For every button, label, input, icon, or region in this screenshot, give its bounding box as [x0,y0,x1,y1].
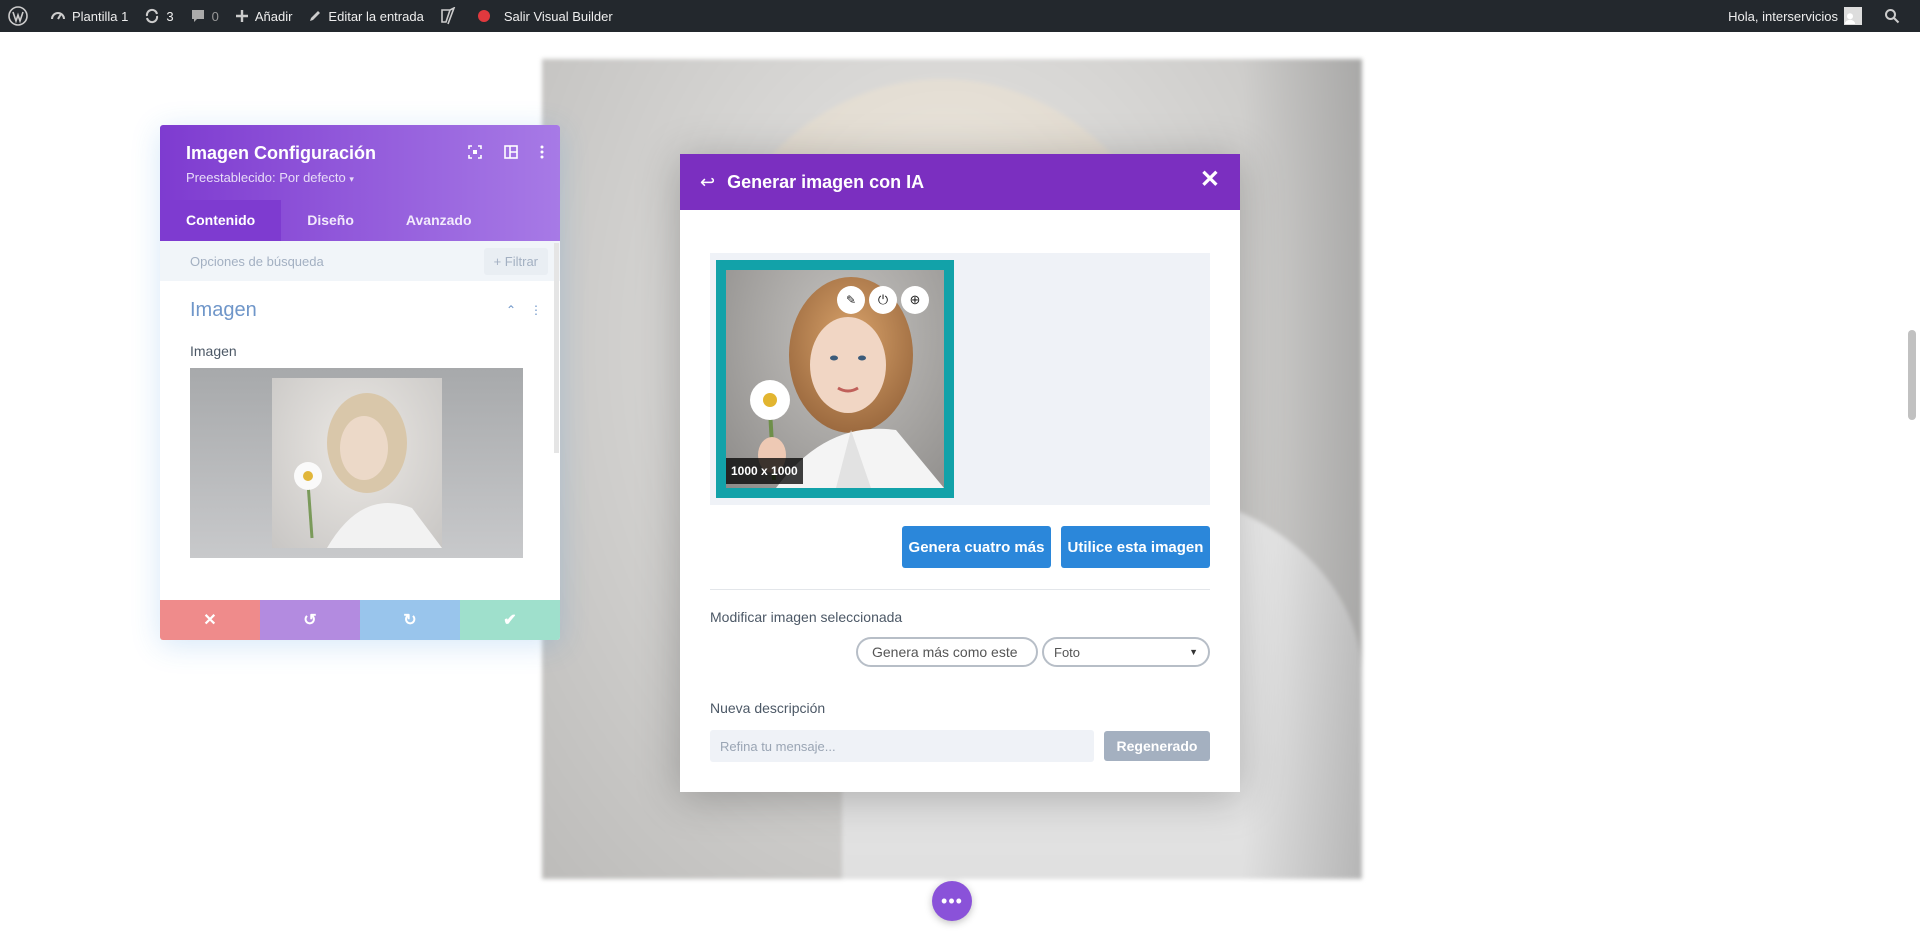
tab-avanzado[interactable]: Avanzado [380,200,498,241]
exit-visual-builder-label: Salir Visual Builder [503,8,613,24]
avatar-icon [1844,7,1862,25]
image-tools: ✎ ⏻ ⊕ [837,286,929,314]
preset-label: Preestablecido: Por defecto [186,170,346,185]
image-module-photo-shade [1242,59,1362,879]
settings-panel-scrollbar[interactable] [554,243,559,453]
add-new-label: Añadir [254,8,293,24]
more-dots-icon: ••• [941,890,963,911]
image-dimensions-badge: 1000 x 1000 [726,458,803,484]
settings-actions: ✕ ↺ ↻ ✔ [160,600,560,640]
refine-prompt-input[interactable]: Refina tu mensaje... [710,730,1094,762]
edit-post-label: Editar la entrada [328,8,424,24]
zoom-image-button[interactable]: ⊕ [901,286,929,314]
tab-contenido[interactable]: Contenido [160,200,282,241]
generate-more-like-this-label: Genera más como este [872,644,1018,660]
chevron-up-icon[interactable]: ⌃ [506,303,516,317]
split-view-icon[interactable] [504,145,518,164]
site-name-link[interactable]: Plantilla 1 [42,0,136,32]
builder-menu-button[interactable]: ••• [932,881,972,921]
yoast-seo-icon[interactable] [432,0,470,32]
site-name-label: Plantilla 1 [72,8,129,24]
edit-image-button[interactable]: ✎ [837,286,865,314]
caret-down-icon: ▾ [349,174,354,184]
generated-image-selected[interactable]: ✎ ⏻ ⊕ 1000 x 1000 [716,260,954,498]
regenerate-button[interactable]: Regenerado [1104,731,1210,761]
zoom-icon: ⊕ [909,292,921,307]
user-account-link[interactable]: Hola, interservicios [1720,0,1870,32]
settings-panel-header[interactable]: Imagen Configuración Preestablecido: Por… [160,125,560,241]
close-icon[interactable]: ✕ [1200,168,1220,192]
pencil-icon: ✎ [845,293,857,307]
settings-panel: Imagen Configuración Preestablecido: Por… [160,125,560,640]
tab-diseno[interactable]: Diseño [281,200,380,241]
options-search-input[interactable]: Opciones de búsqueda [190,254,324,269]
wordpress-logo-icon[interactable] [0,0,42,32]
modal-divider [710,589,1210,590]
search-icon[interactable] [1870,0,1920,32]
power-download-icon: ⏻ [877,292,889,307]
updates-icon [146,8,159,24]
section-menu-icon[interactable]: ⋮ [530,303,542,317]
exit-visual-builder-link[interactable]: Salir Visual Builder [470,0,621,32]
kebab-menu-icon[interactable] [540,145,544,164]
admin-bar: Plantilla 1 3 0 Añadir Editar la entrada… [0,0,1920,32]
generate-more-like-this-button[interactable]: Genera más como este [856,637,1038,667]
options-search-bar: Opciones de búsqueda + Filtrar [160,241,560,281]
greeting-label: Hola, interservicios [1728,8,1838,24]
plus-icon [235,10,248,22]
dashboard-icon [51,12,65,20]
modify-image-label: Modificar imagen seleccionada [710,609,903,625]
image-thumbnail [272,378,442,548]
checkmark-icon: ✔ [503,612,517,629]
redo-icon: ↻ [403,612,417,629]
add-new-link[interactable]: Añadir [227,0,301,32]
caret-down-icon: ▼ [1189,647,1198,657]
save-button[interactable]: ✔ [460,600,560,640]
comment-icon [191,10,204,22]
ai-image-modal: ↩ Generar imagen con IA ✕ ✎ ⏻ ⊕ 1000 x 1… [680,154,1240,792]
new-description-label: Nueva descripción [710,700,826,716]
page-scrollbar[interactable] [1908,330,1916,420]
generate-four-more-button[interactable]: Genera cuatro más [902,526,1051,568]
undo-icon: ↺ [303,612,317,629]
comments-count: 0 [211,8,219,24]
redo-button[interactable]: ↻ [360,600,460,640]
section-title-imagen[interactable]: Imagen [190,299,257,322]
updates-count: 3 [166,8,174,24]
preset-selector[interactable]: Preestablecido: Por defecto ▾ [186,170,354,185]
image-upload-preview[interactable] [190,368,523,558]
image-style-select-value: Foto [1054,644,1081,660]
builder-status-dot-icon [477,10,490,22]
close-icon: ✕ [203,612,217,629]
discard-button[interactable]: ✕ [160,600,260,640]
settings-panel-title: Imagen Configuración [186,143,377,163]
back-arrow-icon[interactable]: ↩ [700,172,715,193]
updates-link[interactable]: 3 [136,0,181,32]
undo-button[interactable]: ↺ [260,600,360,640]
use-this-image-button[interactable]: Utilice esta imagen [1061,526,1210,568]
image-style-select[interactable]: Foto ▼ [1042,637,1210,667]
modal-title: Generar imagen con IA [727,171,925,192]
settings-tabs: Contenido Diseño Avanzado [160,200,560,241]
comments-link[interactable]: 0 [182,0,227,32]
expand-icon[interactable] [468,145,482,164]
image-field-label: Imagen [190,343,237,359]
edit-post-link[interactable]: Editar la entrada [300,0,431,32]
modal-header: ↩ Generar imagen con IA ✕ [680,154,1240,210]
download-image-button[interactable]: ⏻ [869,286,897,314]
pencil-icon [310,11,321,21]
filter-button[interactable]: + Filtrar [483,247,548,275]
